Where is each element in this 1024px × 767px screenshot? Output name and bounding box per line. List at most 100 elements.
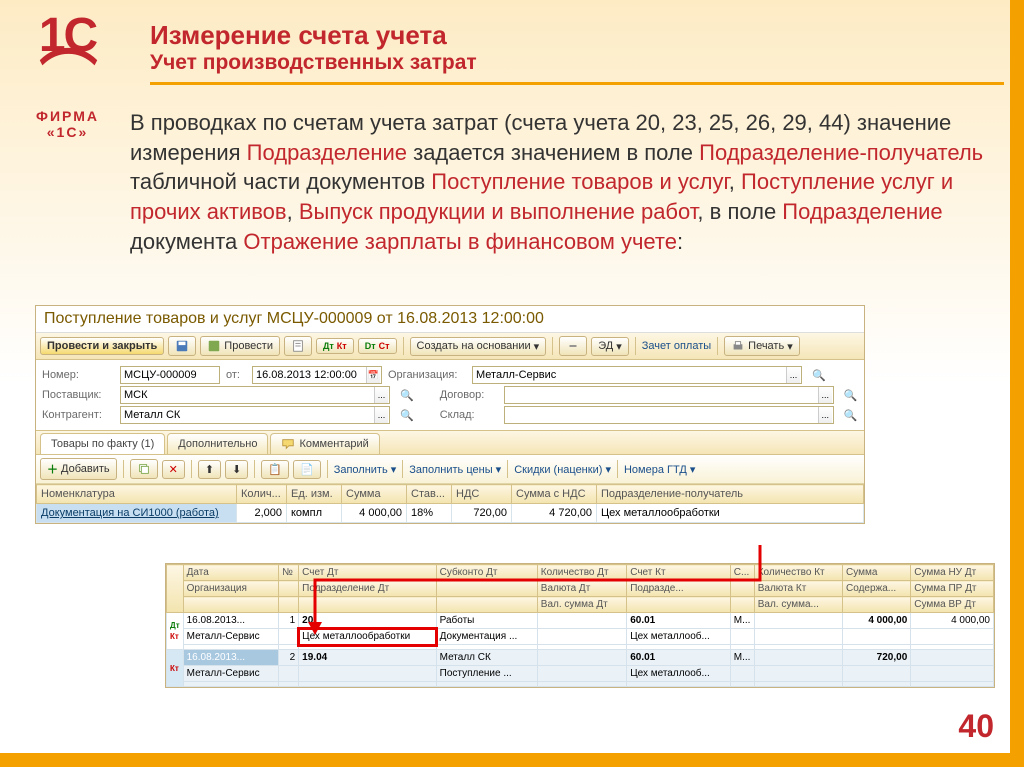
delete-button[interactable]: ✕ [162, 460, 185, 479]
col-acckt[interactable]: Счет Кт [627, 565, 731, 581]
tab-goods[interactable]: Товары по факту (1) [40, 433, 165, 454]
col-vat[interactable]: НДС [452, 485, 512, 504]
col-org[interactable]: Организация [183, 581, 279, 597]
col-s[interactable]: С... [730, 565, 754, 581]
col-qtydt[interactable]: Количество Дт [537, 565, 626, 581]
contract-input[interactable]: ... [504, 386, 834, 404]
cell-qty[interactable]: 2,000 [237, 504, 287, 523]
col-deptkt[interactable]: Подразде... [627, 581, 731, 597]
col-sum[interactable]: Сумма [843, 565, 911, 581]
search-icon[interactable]: 🔍 [400, 409, 414, 422]
col-sum[interactable]: Сумма [342, 485, 407, 504]
copy-button[interactable] [130, 459, 158, 479]
date-input[interactable]: 16.08.2013 12:00:00📅 [252, 366, 382, 384]
search-icon[interactable]: 🔍 [812, 369, 826, 382]
search-icon[interactable]: 🔍 [844, 409, 858, 422]
col-num[interactable]: № [279, 565, 299, 581]
table-row[interactable]: Документация на СИ1000 (работа) 2,000 ко… [37, 504, 864, 523]
search-icon[interactable]: 🔍 [844, 389, 858, 402]
window-title: Поступление товаров и услуг МСЦУ-000009 … [36, 306, 864, 333]
create-based-button[interactable]: Создать на основании ▾ [410, 337, 547, 356]
save-button[interactable] [168, 336, 196, 356]
payment-link[interactable]: Зачет оплаты [642, 340, 711, 352]
down-button[interactable]: ⬇ [225, 460, 248, 479]
up-button[interactable]: ⬆ [198, 460, 221, 479]
post-button[interactable]: Провести [200, 336, 280, 356]
cell-rate[interactable]: 18% [407, 504, 452, 523]
select-icon[interactable]: ... [786, 367, 800, 383]
paste-button[interactable]: 📋 [261, 460, 289, 479]
cell-s: М... [730, 613, 754, 629]
col-date[interactable]: Дата [183, 565, 279, 581]
fill-link[interactable]: Заполнить ▾ [334, 463, 397, 476]
org-label: Организация: [388, 369, 466, 381]
counterparty-label: Контрагент: [42, 409, 114, 421]
fill-prices-link[interactable]: Заполнить цены ▾ [409, 463, 501, 476]
col-sumnu[interactable]: Сумма НУ Дт [911, 565, 994, 581]
attach-button[interactable] [559, 336, 587, 356]
col-deptdt[interactable]: Подразделение Дт [299, 581, 436, 597]
cell-deptdt: Цех металлообработки [299, 629, 436, 645]
dtct-button[interactable]: DтCт [358, 338, 397, 354]
col-sumvat[interactable]: Сумма с НДС [512, 485, 597, 504]
ed-button[interactable]: ЭД ▾ [591, 337, 629, 356]
cell-date: 16.08.2013... [183, 613, 279, 629]
col-unit[interactable]: Ед. изм. [287, 485, 342, 504]
cell-nomen[interactable]: Документация на СИ1000 (работа) [37, 504, 237, 523]
col-curdt[interactable]: Валюта Дт [537, 581, 626, 597]
cell-deptkt: Цех металлооб... [627, 666, 731, 682]
col-dept[interactable]: Подразделение-получатель [597, 485, 864, 504]
cell-num: 2 [279, 650, 299, 666]
tab-additional[interactable]: Дополнительно [167, 433, 268, 454]
org-input[interactable]: Металл-Сервис... [472, 366, 802, 384]
cell-sum[interactable]: 4 000,00 [342, 504, 407, 523]
col-curkt[interactable]: Валюта Кт [754, 581, 842, 597]
report-button[interactable] [284, 336, 312, 356]
clip-button[interactable]: 📄 [293, 460, 321, 479]
col-cont[interactable]: Содержа... [843, 581, 911, 597]
sub-toolbar: ＋Добавить ✕ ⬆ ⬇ 📋 📄 Заполнить ▾ Заполнит… [36, 455, 864, 484]
select-icon[interactable]: ... [374, 387, 388, 403]
calendar-icon[interactable]: 📅 [366, 367, 380, 383]
search-icon[interactable]: 🔍 [400, 389, 414, 402]
logo-sub: ФИРМА «1С» [20, 108, 115, 140]
discounts-link[interactable]: Скидки (наценки) ▾ [514, 463, 611, 476]
gtd-link[interactable]: Номера ГТД ▾ [624, 463, 695, 476]
col-qtykt[interactable]: Количество Кт [754, 565, 842, 581]
col-sumvr[interactable]: Сумма ВР Дт [911, 597, 994, 613]
col-qty[interactable]: Колич... [237, 485, 287, 504]
posting-row[interactable] [167, 682, 994, 687]
col-valsumdt[interactable]: Вал. сумма Дт [537, 597, 626, 613]
save-icon [175, 339, 189, 353]
posting-row[interactable]: ДтКт 16.08.2013... 1 20 Работы 60.01 М..… [167, 613, 994, 629]
cell-vat[interactable]: 720,00 [452, 504, 512, 523]
col-accdt[interactable]: Счет Дт [299, 565, 436, 581]
number-input[interactable]: МСЦУ-000009 [120, 366, 220, 384]
select-icon[interactable]: ... [818, 407, 832, 423]
counterparty-input[interactable]: Металл СК... [120, 406, 390, 424]
supplier-label: Поставщик: [42, 389, 114, 401]
col-sumpr[interactable]: Сумма ПР Дт [911, 581, 994, 597]
col-subdt[interactable]: Субконто Дт [436, 565, 537, 581]
col-valsumkt[interactable]: Вал. сумма... [754, 597, 842, 613]
posting-row[interactable]: Металл-Сервис Поступление ... Цех металл… [167, 666, 994, 682]
select-icon[interactable]: ... [374, 407, 388, 423]
warehouse-input[interactable]: ... [504, 406, 834, 424]
post-close-button[interactable]: Провести и закрыть [40, 337, 164, 355]
cell-sub2: Поступление ... [436, 666, 537, 682]
select-icon[interactable]: ... [818, 387, 832, 403]
posting-row[interactable]: Кт 16.08.2013... 2 19.04 Металл СК 60.01… [167, 650, 994, 666]
col-rate[interactable]: Став... [407, 485, 452, 504]
posting-row[interactable]: Металл-Сервис Цех металлообработки Докум… [167, 629, 994, 645]
tab-comment[interactable]: Комментарий [270, 433, 379, 454]
dtkt-button[interactable]: ДтКт [316, 338, 354, 354]
body-paragraph: В проводках по счетам учета затрат (счет… [130, 108, 989, 256]
supplier-input[interactable]: МСК... [120, 386, 390, 404]
cell-dept[interactable]: Цех металлообработки [597, 504, 864, 523]
cell-sumvat[interactable]: 4 720,00 [512, 504, 597, 523]
add-button[interactable]: ＋Добавить [40, 458, 117, 480]
col-nomen[interactable]: Номенклатура [37, 485, 237, 504]
postings-table: Дата № Счет Дт Субконто Дт Количество Дт… [165, 563, 995, 688]
print-button[interactable]: Печать ▾ [724, 336, 800, 356]
cell-unit[interactable]: компл [287, 504, 342, 523]
